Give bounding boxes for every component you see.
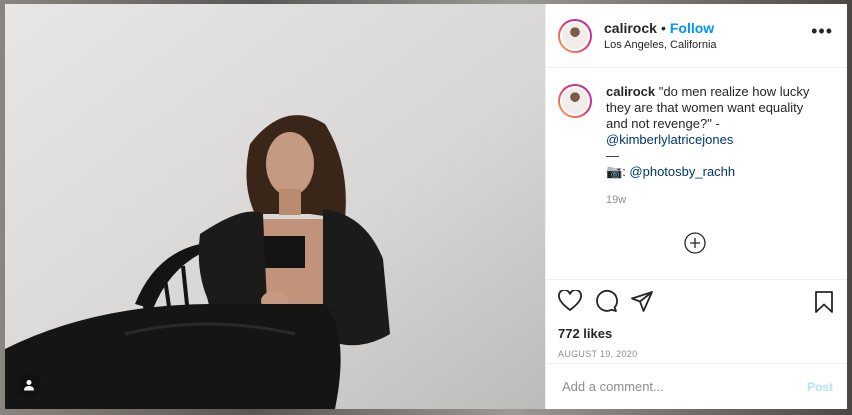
more-options-icon[interactable]: •••	[811, 22, 833, 40]
comment-bubble-icon[interactable]	[594, 289, 618, 318]
caption-avatar[interactable]	[558, 84, 592, 118]
separator-dot: •	[660, 20, 666, 36]
username-link[interactable]: calirock	[604, 20, 657, 36]
post-actions: 772 likes AUGUST 19, 2020	[546, 279, 847, 363]
post-modal: calirock • Follow Los Angeles, California …	[5, 4, 847, 409]
comment-input[interactable]	[560, 378, 807, 395]
caption-text: calirock "do men realize how lucky they …	[606, 84, 818, 208]
location-link[interactable]: Los Angeles, California	[604, 39, 717, 51]
user-icon	[24, 380, 34, 391]
tagged-users-button[interactable]	[17, 373, 41, 397]
like-heart-icon[interactable]	[558, 288, 582, 317]
mention-link[interactable]: @kimberlylatricejones	[606, 132, 733, 147]
caption-timestamp[interactable]: 19w	[606, 192, 818, 208]
post-sidebar: calirock • Follow Los Angeles, California …	[545, 4, 847, 409]
photo-illustration	[5, 4, 545, 409]
post-header: calirock • Follow Los Angeles, California …	[546, 4, 847, 68]
post-date[interactable]: AUGUST 19, 2020	[558, 349, 835, 359]
caption-username[interactable]: calirock	[606, 84, 655, 99]
post-comment-button[interactable]: Post	[807, 380, 833, 394]
comments-area: calirock "do men realize how lucky they …	[546, 68, 847, 279]
avatar[interactable]	[558, 18, 592, 53]
bookmark-icon[interactable]	[813, 290, 835, 319]
caption-divider: —	[606, 148, 619, 163]
camera-icon: 📷	[606, 164, 623, 179]
share-paper-plane-icon[interactable]	[630, 289, 654, 318]
post-photo[interactable]	[5, 4, 545, 409]
photographer-mention-link[interactable]: @photosby_rachh	[629, 164, 735, 179]
likes-count[interactable]: 772 likes	[558, 326, 835, 341]
caption-comment: calirock "do men realize how lucky they …	[558, 84, 835, 208]
follow-button[interactable]: Follow	[670, 20, 714, 36]
add-comment-bar: Post	[546, 363, 847, 409]
load-more-comments-icon[interactable]	[684, 232, 706, 254]
